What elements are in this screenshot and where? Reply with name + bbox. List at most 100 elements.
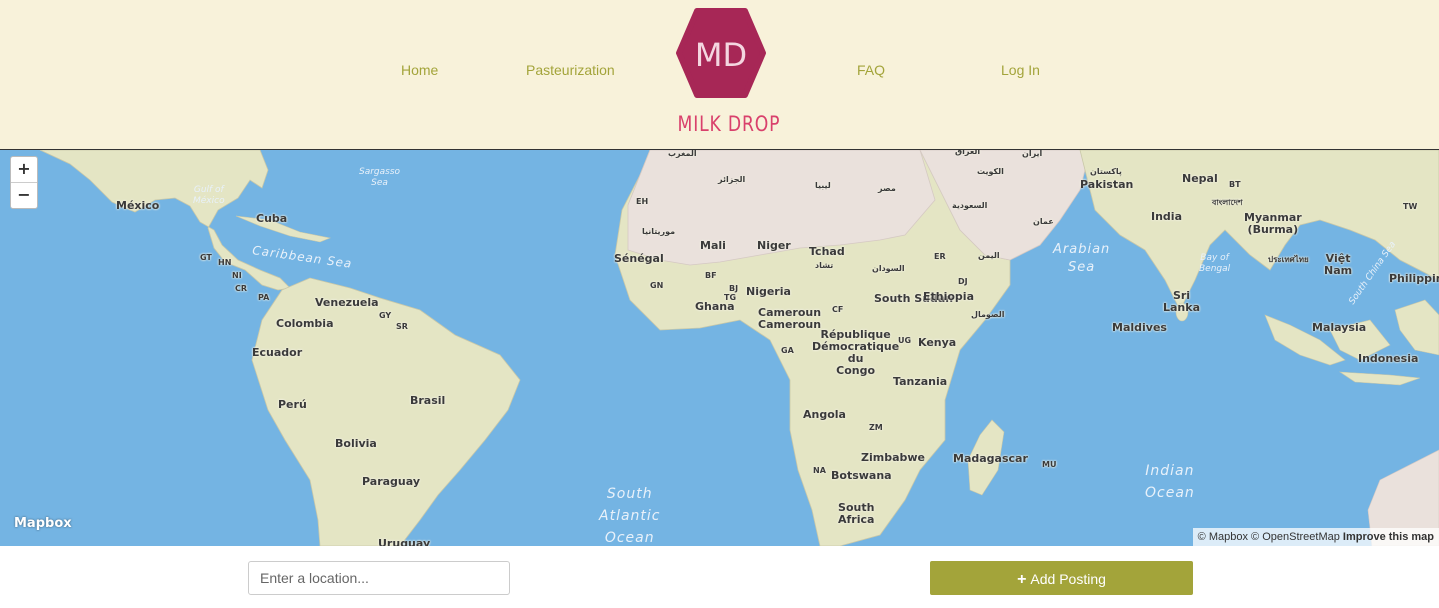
map-label-gy: GY (379, 311, 392, 320)
map-label-kuwait: الكويت (977, 167, 1004, 176)
map-label-iraq: العراق (955, 150, 981, 156)
map-label-pa: PA (258, 293, 270, 302)
hexagon-badge-icon: MD (676, 8, 766, 98)
map-label-eh: EH (636, 197, 649, 206)
map-label-india: India (1151, 210, 1182, 223)
map-label-myanmar-line2: (Burma) (1247, 223, 1299, 236)
world-map[interactable]: México Cuba GT HN NI CR PA Venezuela GY … (0, 150, 1439, 546)
map-label-hn: HN (218, 258, 232, 267)
map-label-senegal: Sénégal (614, 252, 664, 265)
map-label-satl-line1: South (606, 486, 653, 502)
map-label-niger: Niger (757, 239, 791, 252)
map-label-thailand: ประเทศไทย (1268, 255, 1309, 264)
map-label-gn: GN (650, 281, 664, 290)
map-label-tchad: Tchad (809, 245, 845, 258)
map-label-indian-line2: Ocean (1145, 485, 1195, 501)
map-label-bangladesh: বাংলাদেশ (1212, 198, 1243, 207)
map-label-sri-lanka-line2: Lanka (1163, 301, 1201, 314)
map-label-egypt: مصر (878, 184, 896, 193)
milk-drop-logo[interactable]: MD MILK DROP (668, 8, 781, 138)
zoom-in-button[interactable]: + (11, 157, 37, 182)
nav-pasteurization-link[interactable]: Pasteurization (526, 62, 615, 78)
add-posting-label: Add Posting (1030, 571, 1106, 587)
map-label-zimbabwe: Zimbabwe (861, 451, 926, 464)
map-label-mali: Mali (700, 239, 726, 252)
map-label-dj: DJ (958, 277, 968, 286)
map-label-er: ER (934, 252, 946, 261)
location-search-input[interactable] (248, 561, 510, 595)
nav-home-link[interactable]: Home (401, 62, 438, 78)
map-label-bay-of-bengal: Bay of Bengal (1199, 253, 1230, 275)
map-label-indonesia: Indonesia (1358, 352, 1419, 365)
map-label-somalia: الصومال (971, 310, 1005, 319)
map-label-brasil: Brasil (410, 394, 446, 407)
map-label-ghana: Ghana (695, 300, 735, 313)
map-label-bengal-line1: Bay of (1200, 253, 1229, 263)
map-label-south-africa-line2: Africa (838, 513, 875, 526)
map-label-morocco: المغرب (668, 150, 697, 158)
map-label-ni: NI (232, 271, 242, 280)
nav-login-link[interactable]: Log In (1001, 62, 1040, 78)
map-label-pakistan-ur: پاکستان (1090, 167, 1122, 176)
map-label-indian-line1: Indian (1145, 463, 1195, 479)
map-label-arabian-line1: Arabian (1053, 242, 1111, 257)
map-label-sri-lanka: Sri Lanka (1163, 290, 1200, 314)
map-label-yemen: اليمن (978, 251, 1000, 260)
logo-wordmark: MILK DROP (677, 112, 781, 136)
map-label-rdc-line4: Congo (836, 364, 876, 377)
mapbox-logo[interactable]: Mapbox (14, 516, 72, 531)
map-label-botswana: Botswana (831, 469, 892, 482)
map-label-sudan: السودان (872, 264, 905, 273)
add-posting-button[interactable]: + Add Posting (930, 561, 1193, 595)
map-label-na: NA (813, 466, 826, 475)
map-label-angola: Angola (803, 408, 846, 421)
map-label-paraguay: Paraguay (362, 475, 420, 488)
map-label-ethiopia: Ethiopia (923, 290, 974, 303)
nav-faq-link[interactable]: FAQ (857, 62, 885, 78)
map-label-venezuela: Venezuela (315, 296, 379, 309)
logo-monogram: MD (695, 36, 747, 74)
map-label-gt: GT (200, 253, 212, 262)
map-label-pakistan: Pakistan (1080, 178, 1134, 191)
osm-attribution-link[interactable]: © OpenStreetMap (1251, 531, 1340, 543)
map-label-madagascar: Madagascar (953, 452, 1028, 465)
map-label-cameroun: Cameroun Cameroun (758, 307, 821, 331)
map-label-mu: MU (1042, 460, 1057, 469)
map-label-indian-ocean: Indian Ocean (1145, 460, 1195, 504)
map-label-cuba: Cuba (256, 212, 288, 225)
map-label-vietnam-line2: Nam (1324, 264, 1353, 277)
map-label-satl-line3: Ocean (604, 530, 655, 546)
zoom-out-button[interactable]: − (11, 182, 37, 208)
map-label-south-africa: South Africa (838, 502, 874, 526)
map-label-bt: BT (1229, 180, 1241, 189)
map-label-nepal: Nepal (1182, 172, 1218, 185)
map-label-malaysia: Malaysia (1312, 321, 1367, 334)
improve-map-link[interactable]: Improve this map (1343, 531, 1434, 543)
map-label-sargasso-line2: Sea (371, 178, 388, 188)
map-label-ug: UG (898, 336, 912, 345)
map-label-mexico: México (116, 199, 160, 212)
map-label-south-atlantic: South Atlantic Ocean (599, 483, 660, 546)
map-label-rdc: République Démocratique du Congo (812, 329, 899, 377)
map-label-zm: ZM (869, 423, 883, 432)
map-label-vietnam: Việt Nam (1324, 253, 1352, 277)
map-basemap (39, 150, 1439, 546)
map-label-ecuador: Ecuador (252, 346, 303, 359)
map-label-gulf-line1: Gulf of (193, 185, 224, 195)
map-attribution: © Mapbox © OpenStreetMap Improve this ma… (1192, 528, 1439, 546)
map-label-sargasso-line1: Sargasso (359, 167, 401, 177)
site-header: Home Pasteurization MD MILK DROP FAQ Log… (0, 0, 1439, 150)
map-label-sr: SR (396, 322, 408, 331)
map-label-myanmar: Myanmar (Burma) (1244, 212, 1302, 236)
map-label-iran: ایران (1022, 150, 1043, 158)
mapbox-attribution-link[interactable]: © Mapbox (1198, 531, 1248, 543)
map-label-oman: عمان (1033, 217, 1054, 226)
map-label-peru: Perú (278, 398, 307, 411)
map-label-arabian-line2: Sea (1068, 260, 1096, 275)
map-label-cf: CF (832, 305, 844, 314)
map-label-bf: BF (705, 271, 717, 280)
map-label-cr: CR (235, 284, 248, 293)
map-label-libya: ليبيا (815, 181, 831, 190)
map-label-sargasso-sea: Sargasso Sea (359, 167, 400, 189)
map-label-tw: TW (1403, 202, 1418, 211)
